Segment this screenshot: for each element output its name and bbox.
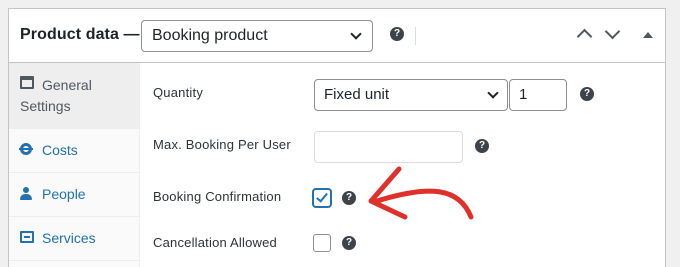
tab-label: People — [42, 186, 86, 202]
help-icon[interactable]: ? — [342, 236, 356, 250]
checkmark-icon — [316, 190, 328, 203]
person-icon — [20, 187, 32, 200]
cancellation-allowed-checkbox[interactable] — [313, 234, 331, 252]
product-data-tabs: General Settings Costs People Services — [9, 63, 140, 267]
quantity-input[interactable]: 1 — [509, 79, 567, 111]
panel-title: Product data — — [20, 26, 140, 43]
help-icon[interactable]: ? — [580, 87, 594, 101]
tab-costs[interactable]: Costs — [9, 129, 140, 173]
quantity-label: Quantity — [153, 85, 204, 100]
tab-label: Services — [42, 230, 96, 246]
services-icon — [20, 231, 34, 243]
help-icon[interactable]: ? — [342, 191, 356, 205]
booking-confirmation-checkbox[interactable] — [313, 189, 331, 207]
move-up-icon[interactable] — [576, 28, 593, 45]
product-type-value: Booking product — [152, 27, 268, 44]
booking-confirmation-label: Booking Confirmation — [153, 189, 282, 204]
divider — [415, 27, 416, 45]
max-booking-label: Max. Booking Per User — [153, 137, 291, 152]
tab-people[interactable]: People — [9, 173, 140, 217]
quantity-unit-select[interactable]: Fixed unit — [314, 79, 508, 111]
chevron-down-icon — [350, 28, 362, 40]
collapse-toggle-icon[interactable] — [643, 32, 653, 38]
help-icon[interactable]: ? — [475, 139, 489, 153]
tab-services[interactable]: Services — [9, 217, 140, 261]
tab-label: Costs — [42, 142, 78, 158]
tab-label: General Settings — [20, 77, 92, 114]
gear-icon — [19, 143, 33, 155]
chevron-down-icon — [487, 87, 499, 99]
tab-next-partial[interactable] — [9, 261, 140, 267]
tab-general-settings[interactable]: General Settings — [9, 63, 140, 129]
help-icon[interactable]: ? — [390, 27, 404, 41]
product-type-select[interactable]: Booking product — [141, 20, 373, 52]
product-data-panel: Product data — Booking product ? General… — [8, 8, 666, 267]
quantity-unit-value: Fixed unit — [324, 86, 390, 103]
annotation-arrow-icon — [368, 166, 474, 220]
panel-header: Product data — Booking product ? — [9, 9, 665, 63]
move-down-icon[interactable] — [604, 23, 621, 40]
cancellation-allowed-label: Cancellation Allowed — [153, 235, 277, 250]
